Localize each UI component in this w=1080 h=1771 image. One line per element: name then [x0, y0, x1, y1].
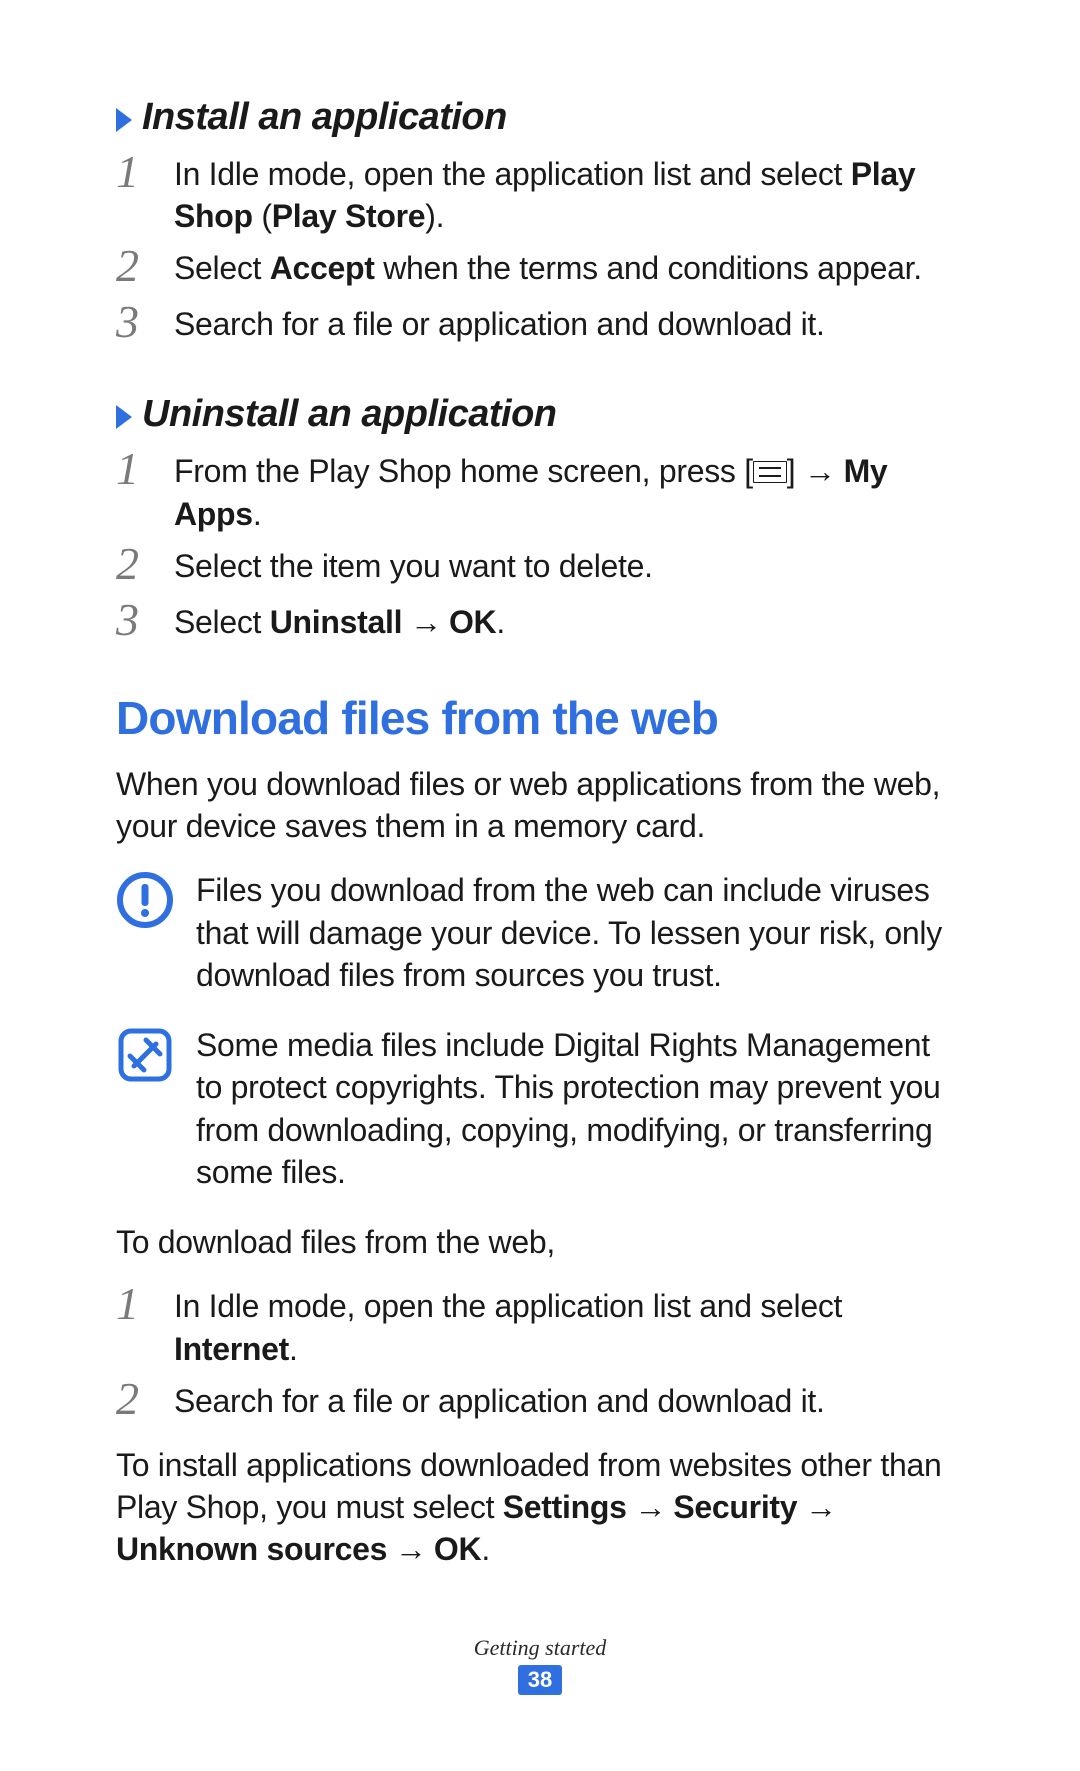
warning-note: Files you download from the web can incl…: [116, 869, 964, 996]
step-body: Select the item you want to delete.: [174, 545, 964, 587]
info-note: Some media files include Digital Rights …: [116, 1024, 964, 1193]
list-item: 2 Search for a file or application and d…: [116, 1380, 964, 1426]
menu-key-icon: [753, 461, 787, 483]
step-body: From the Play Shop home screen, press []…: [174, 450, 964, 534]
uninstall-steps: 1 From the Play Shop home screen, press …: [116, 450, 964, 646]
note-text: Some media files include Digital Rights …: [196, 1024, 964, 1193]
section-title: Download files from the web: [116, 691, 964, 745]
step-number: 3: [116, 299, 150, 345]
step-body: Select Uninstall → OK.: [174, 601, 964, 643]
subheading-uninstall: Uninstall an application: [116, 393, 964, 436]
list-item: 2 Select Accept when the terms and condi…: [116, 247, 964, 293]
footer-section-label: Getting started: [0, 1635, 1080, 1661]
subheading-text: Install an application: [142, 96, 507, 139]
warning-icon: [116, 871, 174, 929]
page-footer: Getting started 38: [0, 1635, 1080, 1695]
document-page: Install an application 1 In Idle mode, o…: [0, 0, 1080, 1570]
chevron-right-icon: [116, 405, 132, 429]
list-item: 1 In Idle mode, open the application lis…: [116, 1285, 964, 1369]
list-item: 1 From the Play Shop home screen, press …: [116, 450, 964, 534]
list-item: 1 In Idle mode, open the application lis…: [116, 153, 964, 237]
step-body: Select Accept when the terms and conditi…: [174, 247, 964, 289]
chevron-right-icon: [116, 108, 132, 132]
step-body: Search for a file or application and dow…: [174, 303, 964, 345]
list-item: 3 Search for a file or application and d…: [116, 303, 964, 349]
subheading-text: Uninstall an application: [142, 393, 557, 436]
note-icon: [116, 1026, 174, 1084]
step-body: In Idle mode, open the application list …: [174, 153, 964, 237]
list-item: 3 Select Uninstall → OK.: [116, 601, 964, 647]
install-steps: 1 In Idle mode, open the application lis…: [116, 153, 964, 349]
list-item: 2 Select the item you want to delete.: [116, 545, 964, 591]
intro-paragraph: When you download files or web applicati…: [116, 763, 964, 847]
step-number: 1: [116, 149, 150, 195]
step-number: 2: [116, 1376, 150, 1422]
step-number: 1: [116, 1281, 150, 1327]
page-number: 38: [518, 1665, 562, 1695]
download-steps: 1 In Idle mode, open the application lis…: [116, 1285, 964, 1425]
warning-text: Files you download from the web can incl…: [196, 869, 964, 996]
step-number: 3: [116, 597, 150, 643]
step-number: 1: [116, 446, 150, 492]
lead-paragraph: To download files from the web,: [116, 1221, 964, 1263]
step-body: Search for a file or application and dow…: [174, 1380, 964, 1422]
tail-paragraph: To install applications downloaded from …: [116, 1444, 964, 1571]
subheading-install: Install an application: [116, 96, 964, 139]
step-number: 2: [116, 541, 150, 587]
step-body: In Idle mode, open the application list …: [174, 1285, 964, 1369]
step-number: 2: [116, 243, 150, 289]
